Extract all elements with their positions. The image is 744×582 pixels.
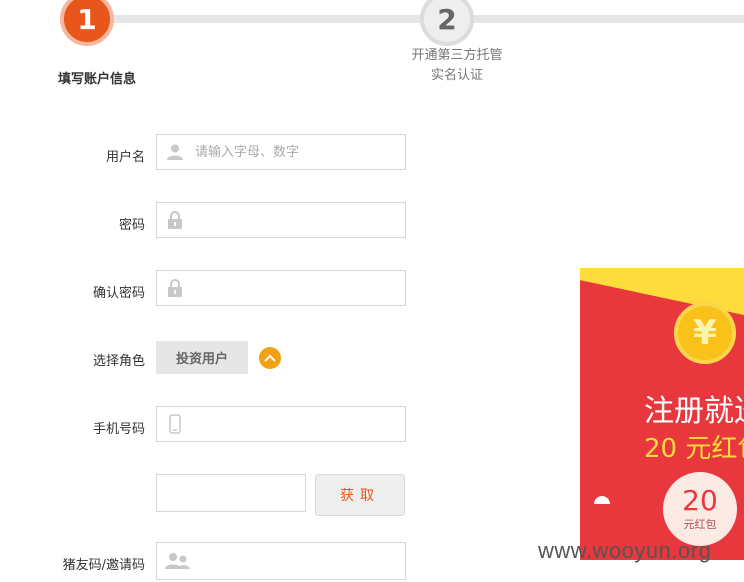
promo-decoration [594, 496, 610, 504]
step-2-label-line2: 实名认证 [430, 68, 483, 83]
progress-track-right [470, 15, 744, 23]
confirm-password-label: 确认密码 [92, 286, 145, 301]
user-icon [165, 142, 185, 162]
users-icon [165, 551, 191, 571]
role-select-button[interactable]: 投资用户 [156, 341, 248, 374]
phone-label: 手机号码 [92, 422, 145, 437]
step-1-label: 填写账户信息 [58, 72, 137, 87]
verify-code-field[interactable] [156, 474, 306, 512]
step-2-indicator: 2 [420, 0, 474, 46]
password-label: 密码 [118, 218, 145, 233]
username-field[interactable] [156, 134, 406, 170]
step-1-indicator: 1 [60, 0, 114, 46]
lock-icon [165, 210, 185, 230]
promo-red-packet-badge: 20 元红包 [663, 472, 737, 546]
chevron-up-icon[interactable] [259, 347, 281, 369]
username-input[interactable] [193, 143, 387, 161]
confirm-password-field[interactable] [156, 270, 406, 306]
promo-badge-unit: 元红包 [683, 518, 717, 531]
phone-icon [165, 414, 185, 434]
step-2-label: 开通第三方托管 实名认证 [397, 46, 517, 86]
password-field[interactable] [156, 202, 406, 238]
get-code-button[interactable]: 获取 [315, 474, 405, 516]
lock-icon [165, 278, 185, 298]
step-2-number: 2 [437, 2, 457, 36]
username-label: 用户名 [105, 150, 145, 165]
promo-headline: 注册就送 [644, 394, 744, 429]
step-1-number: 1 [77, 2, 97, 36]
invite-code-label: 猪友码/邀请码 [62, 558, 145, 573]
phone-field[interactable] [156, 406, 406, 442]
watermark: www.wooyun.org [538, 538, 712, 563]
step-2-label-line1: 开通第三方托管 [411, 48, 503, 63]
promo-subtext: 20 元红包 [644, 434, 744, 464]
invite-code-field[interactable] [156, 542, 406, 580]
promo-badge-number: 20 [682, 484, 718, 517]
progress-track [110, 15, 430, 23]
role-label: 选择角色 [92, 354, 145, 369]
yuan-coin-icon: ¥ [674, 302, 736, 364]
signup-promo-banner[interactable]: ¥ 注册就送 20 元红包 20 元红包 [580, 268, 744, 560]
